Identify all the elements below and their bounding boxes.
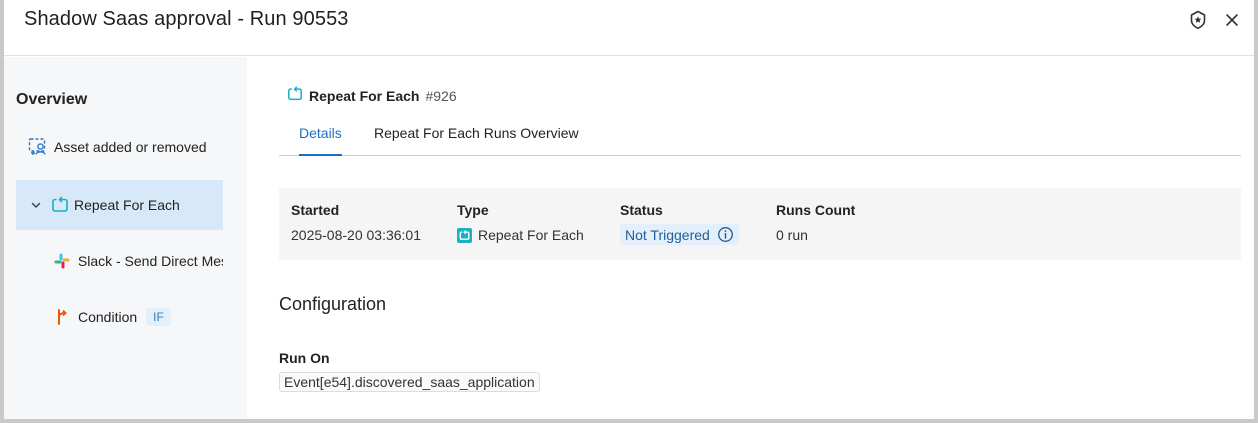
- sidebar-item-slack-send-direct[interactable]: Slack - Send Direct Mes: [16, 236, 223, 286]
- status-text: Not Triggered: [625, 226, 710, 243]
- info-icon[interactable]: [717, 226, 734, 243]
- close-icon[interactable]: [1222, 10, 1242, 30]
- status-badge: Not Triggered: [620, 224, 739, 245]
- sidebar-item-condition[interactable]: Condition IF: [16, 292, 223, 342]
- sidebar-item-label: Asset added or removed: [54, 139, 207, 155]
- sidebar-overview-heading: Overview: [16, 91, 88, 108]
- tab-repeat-runs-overview[interactable]: Repeat For Each Runs Overview: [374, 125, 579, 156]
- type-value: Repeat For Each: [457, 226, 584, 244]
- dialog-header: Shadow Saas approval - Run 90553: [4, 0, 1254, 56]
- repeat-type-icon: [457, 227, 472, 243]
- runs-count-value: 0 run: [776, 227, 808, 243]
- type-text: Repeat For Each: [478, 227, 584, 243]
- run-on-label: Run On: [279, 350, 330, 366]
- node-number: #926: [425, 87, 457, 104]
- shield-icon[interactable]: [1188, 10, 1208, 30]
- sidebar-item-label: Slack - Send Direct Mes: [77, 253, 223, 269]
- sidebar: Overview Asset added or removed Repeat F…: [4, 57, 247, 419]
- run-dialog: Shadow Saas approval - Run 90553 Overvie…: [4, 0, 1254, 419]
- status-label: Status: [620, 202, 663, 218]
- runs-count-field: Runs Count 0 run: [776, 202, 855, 244]
- slack-icon: [52, 251, 72, 271]
- main-panel: Repeat For Each #926 Details Repeat For …: [279, 57, 1241, 419]
- runs-count-label: Runs Count: [776, 202, 856, 218]
- node-header: Repeat For Each #926: [287, 86, 457, 105]
- condition-icon: [52, 307, 72, 327]
- started-label: Started: [291, 202, 340, 218]
- repeat-icon: [50, 195, 70, 215]
- sidebar-item-asset-added[interactable]: Asset added or removed: [16, 122, 223, 172]
- type-label: Type: [457, 202, 489, 218]
- type-field: Type Repeat For Each: [457, 202, 584, 244]
- configuration-heading: Configuration: [279, 294, 387, 314]
- repeat-icon: [287, 86, 303, 105]
- asset-user-icon: [28, 137, 48, 157]
- tab-details[interactable]: Details: [299, 125, 342, 156]
- node-name: Repeat For Each: [309, 87, 420, 104]
- chevron-down-icon[interactable]: [26, 195, 46, 215]
- started-field: Started 2025-08-20 03:36:01: [291, 202, 421, 244]
- sidebar-item-label: Condition: [78, 309, 138, 325]
- details-summary: Started 2025-08-20 03:36:01 Type Repeat …: [279, 188, 1241, 260]
- if-badge: IF: [146, 308, 171, 326]
- run-on-value: Event[e54].discovered_saas_application: [279, 372, 540, 392]
- started-value: 2025-08-20 03:36:01: [291, 227, 421, 243]
- status-field: Status Not Triggered: [620, 202, 739, 245]
- sidebar-item-repeat-for-each[interactable]: Repeat For Each: [16, 180, 223, 230]
- sidebar-item-label: Repeat For Each: [74, 197, 180, 213]
- dialog-title: Shadow Saas approval - Run 90553: [24, 8, 349, 30]
- tab-bar: Details Repeat For Each Runs Overview: [279, 117, 1241, 156]
